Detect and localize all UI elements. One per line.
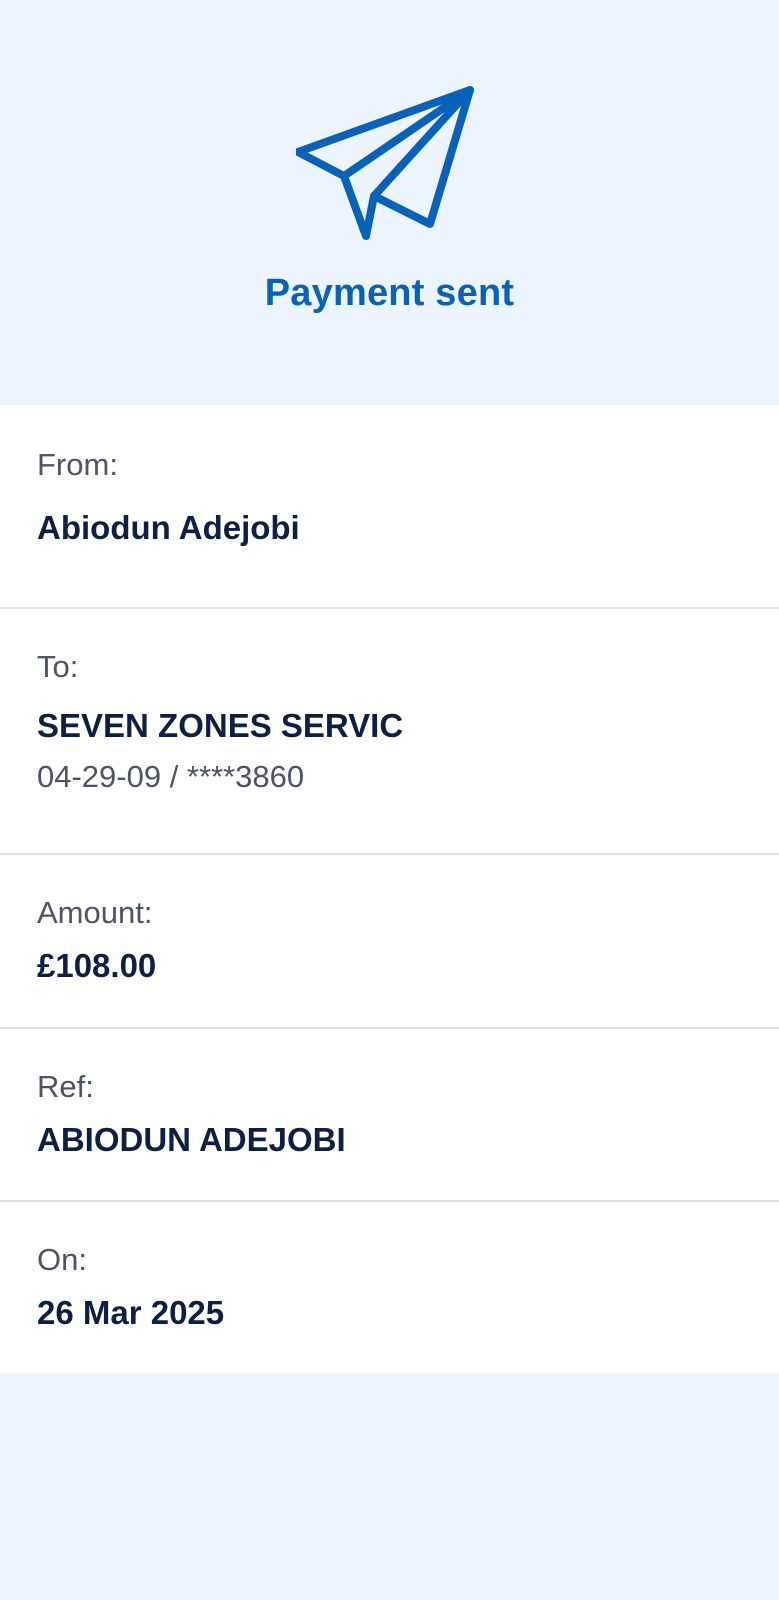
from-row: From: Abiodun Adejobi (0, 405, 779, 609)
to-row: To: SEVEN ZONES SERVIC 04-29-09 / ****38… (0, 609, 779, 855)
to-account-details: 04-29-09 / ****3860 (37, 759, 305, 794)
date-row: On: 26 Mar 2025 (0, 1202, 779, 1373)
ref-label: Ref: (37, 1069, 94, 1104)
date-value: 26 Mar 2025 (37, 1294, 225, 1331)
date-label: On: (37, 1242, 87, 1277)
to-value: SEVEN ZONES SERVIC (37, 707, 404, 744)
amount-label: Amount: (37, 895, 153, 930)
page-title: Payment sent (264, 272, 515, 314)
from-value: Abiodun Adejobi (37, 509, 300, 546)
payment-details-panel: From: Abiodun Adejobi To: SEVEN ZONES SE… (0, 405, 779, 1373)
from-label: From: (37, 447, 118, 482)
to-label: To: (37, 649, 79, 684)
amount-row: Amount: £108.00 (0, 855, 779, 1029)
paper-plane-icon (296, 86, 474, 240)
payment-confirmation-header: Payment sent (0, 0, 779, 405)
amount-value: £108.00 (37, 947, 157, 984)
ref-value: ABIODUN ADEJOBI (37, 1121, 346, 1158)
ref-row: Ref: ABIODUN ADEJOBI (0, 1029, 779, 1202)
